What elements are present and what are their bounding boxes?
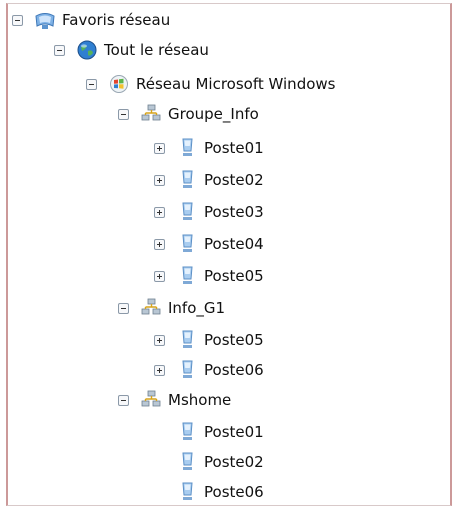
collapse-icon[interactable] xyxy=(54,44,65,56)
tree-node-computer[interactable]: Poste06 xyxy=(154,356,264,384)
computer-icon xyxy=(175,136,199,160)
tree-node-label: Réseau Microsoft Windows xyxy=(136,75,336,93)
computer-icon xyxy=(175,450,199,474)
tree-node-label: Poste05 xyxy=(204,267,264,285)
expand-icon[interactable] xyxy=(154,364,165,376)
tree-node-computer[interactable]: Poste06 xyxy=(154,478,264,506)
tree-node-computer[interactable]: Poste01 xyxy=(154,418,264,446)
tree-node-computer[interactable]: Poste04 xyxy=(154,230,264,258)
tree-node-computer[interactable]: Poste02 xyxy=(154,166,264,194)
tree-node-label: Tout le réseau xyxy=(104,41,209,59)
tree-node-label: Mshome xyxy=(168,391,232,409)
tree-node-computer[interactable]: Poste05 xyxy=(154,326,264,354)
windows-network-icon xyxy=(107,72,131,96)
tree-node-info-g1[interactable]: Info_G1 xyxy=(118,294,225,322)
expand-icon[interactable] xyxy=(154,206,165,218)
tree-node-label: Poste06 xyxy=(204,483,264,501)
tree-node-label: Poste02 xyxy=(204,171,264,189)
network-places-icon xyxy=(33,8,57,32)
expand-icon[interactable] xyxy=(154,334,165,346)
computer-icon xyxy=(175,358,199,382)
computer-icon xyxy=(175,264,199,288)
tree-node-reseau-microsoft-windows[interactable]: Réseau Microsoft Windows xyxy=(86,70,335,98)
tree-node-computer[interactable]: Poste02 xyxy=(154,448,264,476)
computer-icon xyxy=(175,168,199,192)
expand-icon[interactable] xyxy=(154,238,165,250)
collapse-icon[interactable] xyxy=(86,78,97,90)
tree-node-computer[interactable]: Poste01 xyxy=(154,134,264,162)
globe-icon xyxy=(75,38,99,62)
collapse-icon[interactable] xyxy=(118,394,129,406)
tree-node-label: Poste04 xyxy=(204,235,264,253)
tree-node-computer[interactable]: Poste03 xyxy=(154,198,264,226)
expand-icon[interactable] xyxy=(154,174,165,186)
computer-icon xyxy=(175,328,199,352)
tree-node-label: Info_G1 xyxy=(168,299,226,317)
workgroup-icon xyxy=(139,296,163,320)
tree-node-label: Poste06 xyxy=(204,361,264,379)
tree-node-label: Poste05 xyxy=(204,331,264,349)
tree-node-label: Favoris réseau xyxy=(62,11,171,29)
tree-node-label: Poste01 xyxy=(204,139,264,157)
tree-node-tout-le-reseau[interactable]: Tout le réseau xyxy=(54,36,209,64)
tree-node-mshome[interactable]: Mshome xyxy=(118,386,231,414)
expand-icon[interactable] xyxy=(154,270,165,282)
collapse-icon[interactable] xyxy=(118,302,129,314)
workgroup-icon xyxy=(139,388,163,412)
tree-node-label: Poste03 xyxy=(204,203,264,221)
network-tree-panel: Favoris réseau Tout le réseau Réseau Mic… xyxy=(6,3,452,506)
collapse-icon[interactable] xyxy=(118,108,129,120)
tree-node-label: Poste01 xyxy=(204,423,264,441)
collapse-icon[interactable] xyxy=(12,14,23,26)
computer-icon xyxy=(175,232,199,256)
computer-icon xyxy=(175,420,199,444)
computer-icon xyxy=(175,480,199,504)
tree-node-computer[interactable]: Poste05 xyxy=(154,262,264,290)
workgroup-icon xyxy=(139,102,163,126)
computer-icon xyxy=(175,200,199,224)
tree-node-label: Groupe_Info xyxy=(168,105,259,123)
tree-node-favoris-reseau[interactable]: Favoris réseau xyxy=(12,6,170,34)
tree-node-groupe-info[interactable]: Groupe_Info xyxy=(118,100,259,128)
tree-node-label: Poste02 xyxy=(204,453,264,471)
expand-icon[interactable] xyxy=(154,142,165,154)
